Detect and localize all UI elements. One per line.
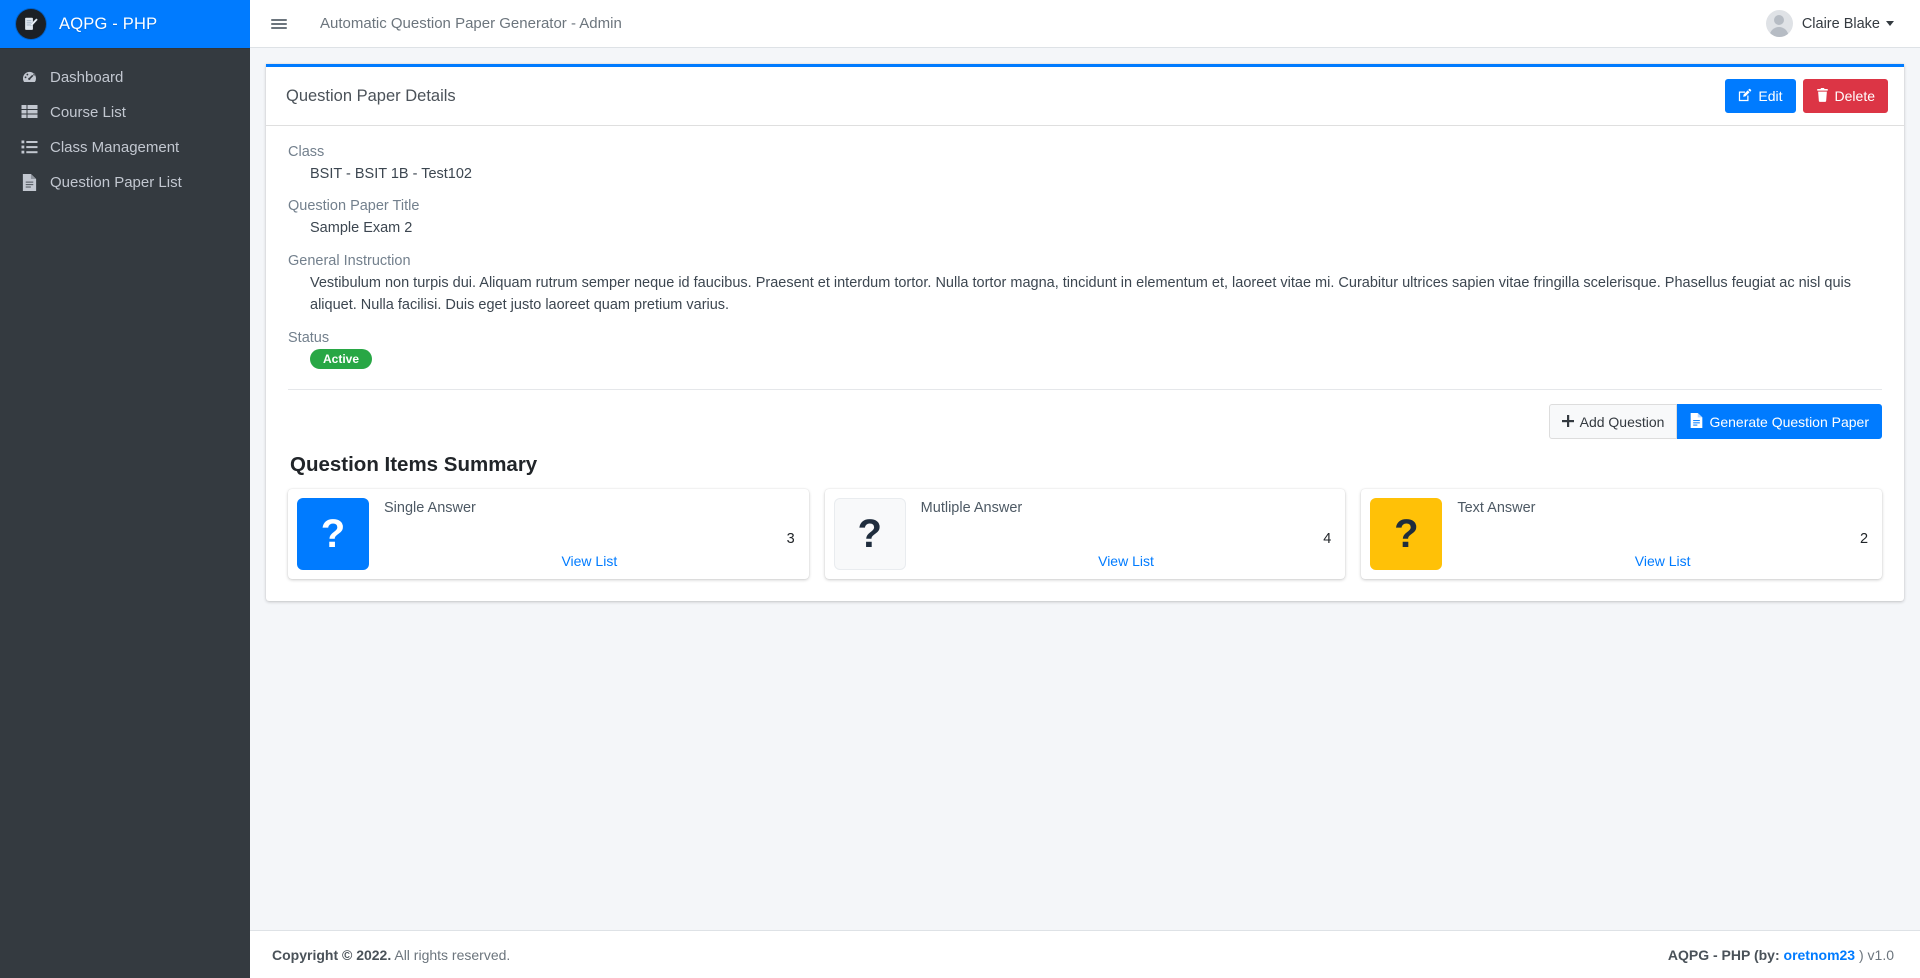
field-general-instruction: General Instruction Vestibulum non turpi…	[288, 253, 1882, 317]
field-class: Class BSIT - BSIT 1B - Test102	[288, 144, 1882, 185]
edit-button[interactable]: Edit	[1725, 79, 1796, 113]
footer-version: AQPG - PHP (by: oretnom23 ) v1.0	[1668, 947, 1894, 963]
sidebar-item-label: Question Paper List	[50, 173, 182, 191]
delete-button[interactable]: Delete	[1802, 79, 1888, 113]
document-pencil-icon	[16, 9, 46, 39]
file-icon	[1690, 413, 1703, 430]
add-question-label: Add Question	[1579, 413, 1665, 430]
field-value: BSIT - BSIT 1B - Test102	[310, 166, 472, 182]
footer-copyright-rest: All rights reserved.	[391, 946, 511, 963]
view-list-link[interactable]: View List	[921, 553, 1332, 573]
info-box-content: Single Answer 3 View List	[378, 489, 809, 579]
question-mark-icon: ?	[1370, 498, 1443, 571]
generate-question-paper-button[interactable]: Generate Question Paper	[1677, 404, 1882, 440]
field-question-paper-title: Question Paper Title Sample Exam 2	[288, 198, 1882, 239]
sidebar: AQPG - PHP Dashboard Course List Class M…	[0, 0, 250, 978]
sidebar-item-label: Dashboard	[50, 68, 124, 86]
top-navbar: Automatic Question Paper Generator - Adm…	[250, 0, 1920, 48]
field-value: Vestibulum non turpis dui. Aliquam rutru…	[310, 274, 1852, 314]
user-menu[interactable]: Claire Blake	[1765, 10, 1894, 37]
page-title: Automatic Question Paper Generator - Adm…	[320, 15, 622, 32]
question-paper-details-card: Question Paper Details Edit Delete Class…	[266, 64, 1904, 602]
info-box-title: Text Answer	[1457, 500, 1536, 517]
footer-app-prefix: AQPG - PHP (by:	[1667, 946, 1784, 963]
main-content: Question Paper Details Edit Delete Class…	[250, 48, 1920, 930]
info-box-title: Single Answer	[384, 500, 476, 517]
card-title: Question Paper Details	[286, 86, 456, 105]
info-box-count: 3	[786, 530, 795, 547]
edit-pencil-icon	[1738, 88, 1752, 104]
footer-author-link[interactable]: oretnom23	[1784, 947, 1856, 963]
info-box-count: 2	[1859, 530, 1869, 547]
info-box-count: 4	[1323, 530, 1332, 547]
info-box-content: Text Answer 2 View List	[1451, 489, 1882, 579]
view-list-link[interactable]: View List	[384, 553, 795, 573]
sidebar-nav: Dashboard Course List Class Management Q…	[0, 48, 250, 199]
delete-button-label: Delete	[1834, 88, 1875, 104]
status-badge: Active	[310, 348, 373, 370]
summary-grid: ? Single Answer 3 View List ? Mutliple A…	[288, 489, 1883, 580]
footer-version-suffix: ) v1.0	[1855, 946, 1894, 963]
table-icon	[18, 104, 40, 120]
sidebar-item-class-management[interactable]: Class Management	[8, 130, 242, 164]
add-question-button[interactable]: Add Question	[1548, 404, 1678, 440]
sidebar-item-course-list[interactable]: Course List	[8, 95, 242, 129]
sidebar-item-label: Class Management	[50, 138, 180, 156]
card-header-tools: Edit Delete	[1725, 79, 1888, 113]
app-root: AQPG - PHP Dashboard Course List Class M…	[0, 0, 1920, 978]
field-label: Class	[288, 144, 325, 160]
caret-down-icon	[1886, 21, 1894, 26]
footer-copyright-strong: Copyright © 2022.	[272, 946, 392, 963]
trash-icon	[1816, 88, 1829, 104]
card-body: Class BSIT - BSIT 1B - Test102 Question …	[266, 126, 1904, 601]
question-mark-icon: ?	[833, 498, 906, 571]
avatar	[1765, 10, 1793, 37]
card-header: Question Paper Details Edit Delete	[266, 67, 1904, 126]
info-box-multiple-answer: ? Mutliple Answer 4 View List	[824, 489, 1346, 580]
tachometer-icon	[18, 69, 40, 86]
footer-copyright: Copyright © 2022. All rights reserved.	[272, 947, 510, 963]
question-mark-icon: ?	[297, 498, 369, 571]
field-label: Status	[288, 329, 330, 346]
info-box-content: Mutliple Answer 4 View List	[915, 489, 1346, 579]
hamburger-icon[interactable]	[258, 4, 300, 44]
list-ul-icon	[18, 139, 40, 155]
plus-icon	[1561, 414, 1574, 429]
info-box-single-answer: ? Single Answer 3 View List	[288, 489, 809, 580]
question-actions: Add Question Generate Question Paper	[288, 404, 1882, 440]
divider	[288, 389, 1882, 391]
user-name: Claire Blake	[1801, 15, 1880, 32]
field-status: Status Active	[288, 330, 1882, 370]
sidebar-item-label: Course List	[50, 103, 126, 121]
edit-button-label: Edit	[1758, 88, 1783, 104]
sidebar-item-question-paper-list[interactable]: Question Paper List	[8, 165, 242, 199]
field-label: General Instruction	[288, 252, 411, 269]
generate-question-paper-label: Generate Question Paper	[1709, 413, 1869, 430]
info-box-title: Mutliple Answer	[920, 500, 1023, 517]
info-box-text-answer: ? Text Answer 2 View List	[1361, 489, 1883, 580]
brand-link[interactable]: AQPG - PHP	[0, 0, 250, 48]
brand-title: AQPG - PHP	[59, 14, 158, 33]
summary-heading: Question Items Summary	[290, 453, 538, 477]
file-alt-icon	[18, 173, 40, 191]
view-list-link[interactable]: View List	[1457, 553, 1868, 573]
footer: Copyright © 2022. All rights reserved. A…	[250, 930, 1920, 978]
field-label: Question Paper Title	[288, 198, 420, 215]
field-value: Sample Exam 2	[310, 220, 413, 237]
sidebar-item-dashboard[interactable]: Dashboard	[8, 60, 242, 94]
